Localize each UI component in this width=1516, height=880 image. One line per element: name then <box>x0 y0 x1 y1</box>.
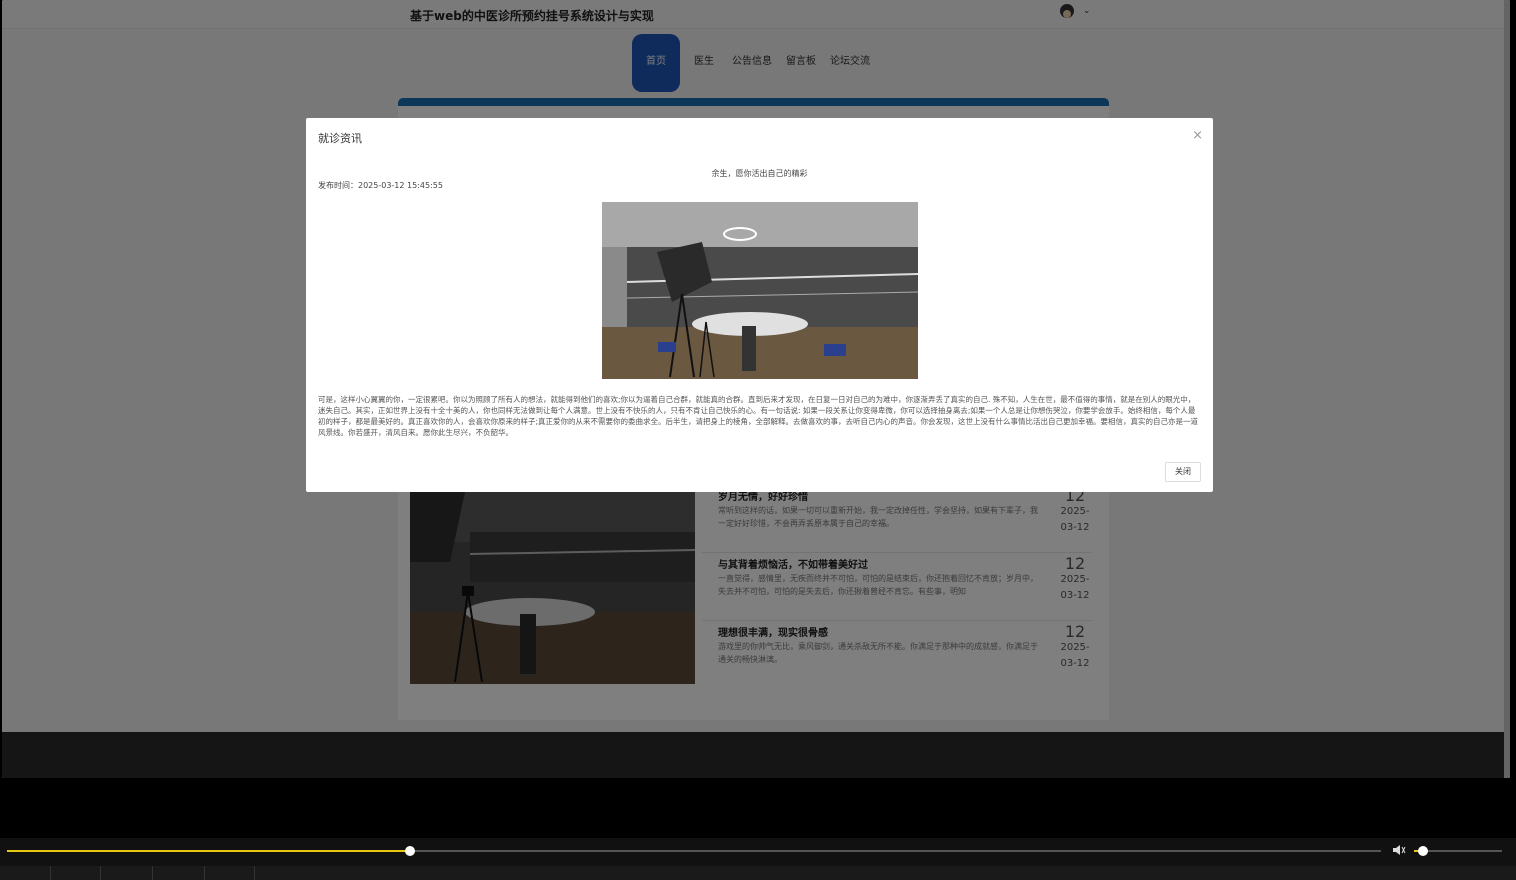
publish-time: 发布时间：2025-03-12 15:45:55 <box>318 181 443 190</box>
taskbar-item[interactable] <box>0 866 51 880</box>
volume-handle[interactable] <box>1417 846 1428 856</box>
taskbar-item[interactable] <box>154 866 205 880</box>
browser-viewport: 基于web的中医诊所预约挂号系统设计与实现 ⌄ 首页 医生 公告信息 留言板 论… <box>2 0 1510 778</box>
taskbar <box>0 866 1516 880</box>
modal-title: 就诊资讯 <box>318 132 362 145</box>
article-image <box>602 202 918 379</box>
seek-bar-fill <box>7 850 410 852</box>
taskbar-item[interactable] <box>204 866 255 880</box>
taskbar-item[interactable] <box>102 866 153 880</box>
seek-bar[interactable] <box>7 846 1381 856</box>
taskbar-item[interactable] <box>50 866 101 880</box>
news-detail-modal: 就诊资讯 × 余生，愿你活出自己的精彩 发布时间：2025-03-12 15:4… <box>306 118 1213 492</box>
seek-handle[interactable] <box>404 846 415 856</box>
article-body: 可是，这样小心翼翼的你，一定很累吧。你以为照顾了所有人的想法，就能得到他们的喜欢… <box>318 395 1199 437</box>
media-player-controls <box>0 838 1516 866</box>
article-title: 余生，愿你活出自己的精彩 <box>711 169 808 178</box>
close-button[interactable]: 关闭 <box>1165 462 1201 482</box>
close-icon[interactable]: × <box>1192 128 1203 143</box>
volume-slider[interactable] <box>1414 846 1502 856</box>
volume-icon[interactable] <box>1392 843 1406 857</box>
